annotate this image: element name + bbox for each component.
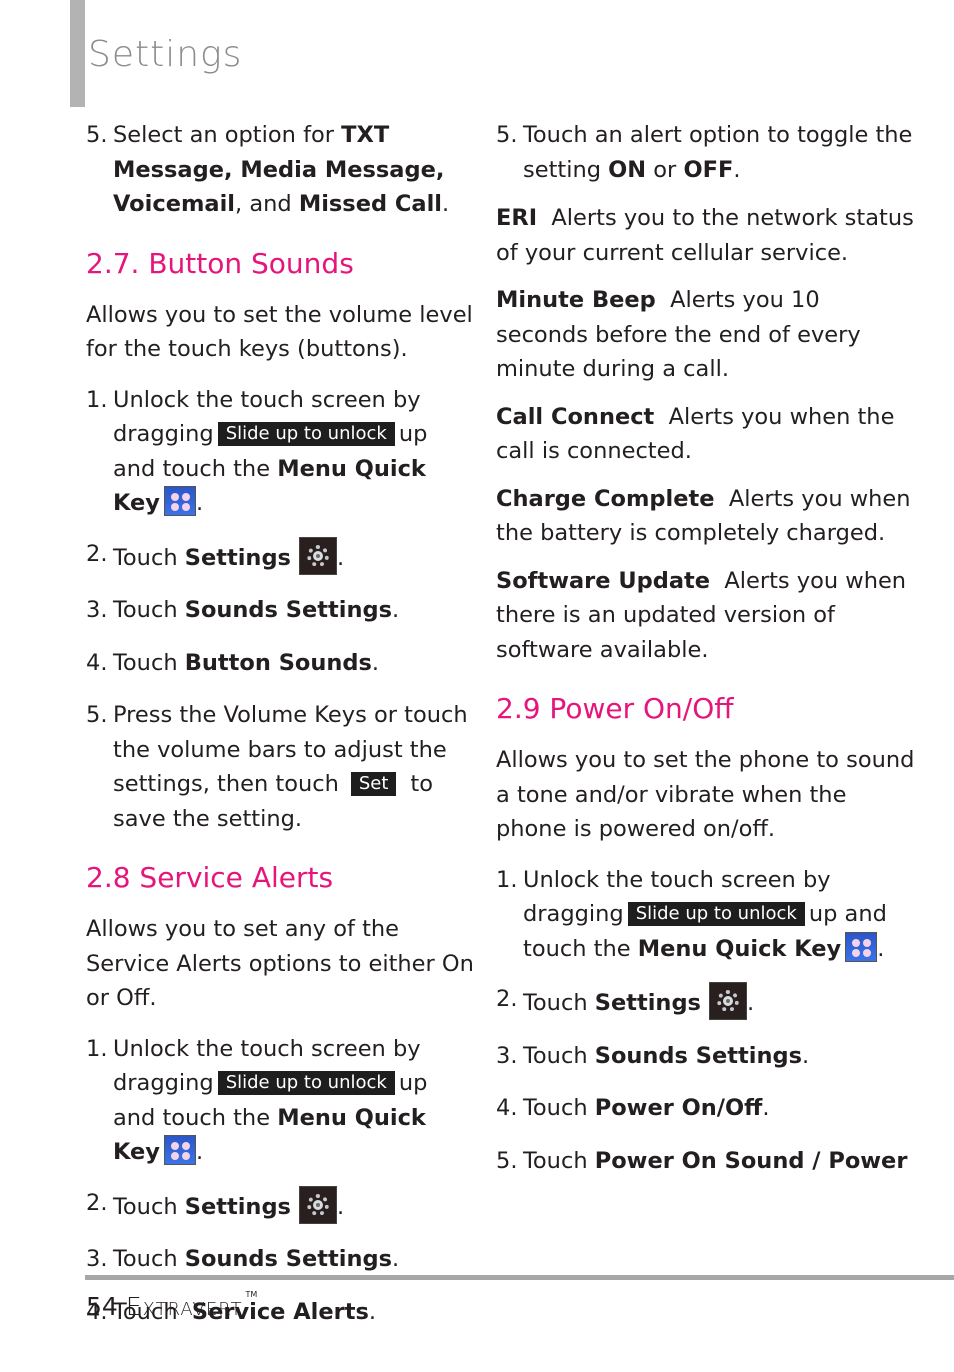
section-description: Allows you to set any of the Service Ale… <box>86 916 474 1011</box>
alert-definition: Software Update Alerts you when there is… <box>496 567 907 663</box>
slide-to-unlock-badge: Slide up to unlock <box>217 1071 395 1095</box>
list-item: 3. Touch Sounds Settings. <box>86 597 400 623</box>
section-description: Allows you to set the phone to sound a t… <box>496 747 915 842</box>
footer-rule <box>85 1275 954 1280</box>
list-item: 5. Touch Power On Sound / Power <box>496 1147 908 1174</box>
list-item: 2. Touch Settings. <box>496 982 916 1021</box>
set-button-badge: Set <box>350 772 397 796</box>
list-item: 4. Touch Power On/Off. <box>496 1095 770 1121</box>
right-column: 5. Touch an alert option to toggle the s… <box>496 118 916 1178</box>
step-number: 5. <box>86 122 108 148</box>
alert-definition: Call Connect Alerts you when the call is… <box>496 403 895 465</box>
list-item: 3. Touch Sounds Settings. <box>496 1042 810 1069</box>
left-column: 5. Select an option for TXT Message, Med… <box>86 118 476 1329</box>
section-description: Allows you to set the volume level for t… <box>86 301 473 363</box>
list-item: 2. Touch Settings. <box>86 1185 476 1225</box>
menu-quick-key-icon <box>845 931 878 962</box>
settings-gear-icon <box>298 536 337 575</box>
page-number: 54 <box>86 1292 118 1321</box>
alert-definition: Minute Beep Alerts you 10 seconds before… <box>496 287 861 382</box>
slide-to-unlock-badge: Slide up to unlock <box>217 422 395 446</box>
header-side-bar <box>70 0 85 107</box>
list-item: 1. Unlock the touch screen by dragging Sl… <box>86 1035 428 1165</box>
trademark: TM <box>245 1290 258 1299</box>
list-item: 1. Unlock the touch screen by dragging Sl… <box>496 866 887 962</box>
brand-name: Extravert <box>125 1292 243 1321</box>
settings-gear-icon <box>708 982 747 1020</box>
page-title: Settings <box>88 34 243 75</box>
section-heading-power-on-off: 2.9 Power On/Off <box>496 692 734 725</box>
list-item: 5. Press the Volume Keys or touch the vo… <box>86 702 468 832</box>
list-item: 1. Unlock the touch screen by dragging Sl… <box>86 386 428 516</box>
alert-definition: ERI Alerts you to the network status of … <box>496 205 914 266</box>
section-heading-button-sounds: 2.7. Button Sounds <box>86 246 354 280</box>
list-item: 4. Touch Button Sounds. <box>86 649 380 676</box>
menu-quick-key-icon <box>163 486 196 516</box>
footer: 54 Extravert TM <box>86 1290 257 1321</box>
section-heading-service-alerts: 2.8 Service Alerts <box>86 861 334 894</box>
menu-quick-key-icon <box>163 1135 196 1165</box>
slide-to-unlock-badge: Slide up to unlock <box>627 902 805 926</box>
settings-gear-icon <box>298 1185 337 1224</box>
alert-definition: Charge Complete Alerts you when the batt… <box>496 485 911 547</box>
list-item: 2. Touch Settings. <box>86 536 476 576</box>
list-item: 5. Touch an alert option to toggle the s… <box>496 122 913 183</box>
list-item: 3. Touch Sounds Settings. <box>86 1246 400 1272</box>
list-item: 5. Select an option for TXT Message, Med… <box>86 118 476 222</box>
